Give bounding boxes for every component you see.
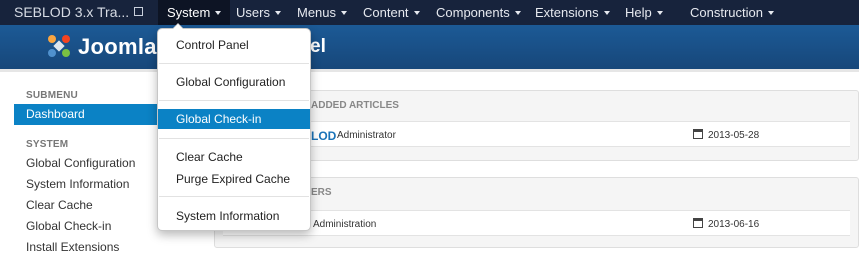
user-date: 2013-06-16 bbox=[693, 218, 759, 230]
menu-components-label: Components bbox=[436, 5, 510, 20]
page-title: el bbox=[310, 36, 326, 57]
caret-down-icon bbox=[603, 10, 610, 15]
dropdown-divider bbox=[159, 100, 309, 101]
header-divider bbox=[0, 69, 859, 72]
external-link-icon bbox=[134, 7, 144, 16]
article-date-text: 2013-05-28 bbox=[708, 130, 760, 141]
user-date-text: 2013-06-16 bbox=[708, 219, 760, 230]
article-title-link[interactable]: LOD bbox=[311, 129, 336, 143]
calendar-icon bbox=[693, 129, 703, 139]
article-author: Administrator bbox=[337, 130, 396, 141]
table-row: LOD Administrator 2013-05-28 bbox=[223, 121, 850, 147]
system-dropdown-menu: Control Panel Global Configuration Globa… bbox=[157, 23, 311, 231]
menu-system[interactable]: System bbox=[158, 0, 231, 25]
caret-down-icon bbox=[215, 10, 222, 15]
dropdown-item-control-panel[interactable]: Control Panel bbox=[158, 35, 310, 55]
menu-content[interactable]: Content bbox=[354, 0, 429, 25]
menu-system-label: System bbox=[167, 5, 211, 20]
menu-help-label: Help bbox=[625, 5, 652, 20]
menu-extensions-label: Extensions bbox=[535, 5, 599, 20]
menu-help[interactable]: Help bbox=[616, 0, 672, 25]
panel-heading: ERS bbox=[311, 187, 332, 198]
table-row: Administration 2013-06-16 bbox=[223, 210, 850, 236]
logo-text: Joomla! bbox=[78, 34, 165, 59]
menu-menus[interactable]: Menus bbox=[288, 0, 356, 25]
dropdown-divider bbox=[159, 63, 309, 64]
calendar-icon bbox=[693, 218, 703, 228]
caret-down-icon bbox=[656, 10, 663, 15]
joomla-logo-icon bbox=[48, 35, 70, 57]
dropdown-divider bbox=[159, 138, 309, 139]
menu-users-label: Users bbox=[236, 5, 270, 20]
dropdown-item-system-information[interactable]: System Information bbox=[158, 206, 310, 226]
caret-down-icon bbox=[413, 10, 420, 15]
dropdown-item-global-configuration[interactable]: Global Configuration bbox=[158, 72, 310, 92]
article-date: 2013-05-28 bbox=[693, 129, 759, 141]
menu-content-label: Content bbox=[363, 5, 409, 20]
dropdown-item-global-check-in[interactable]: Global Check-in bbox=[158, 109, 310, 129]
dropdown-item-purge-expired-cache[interactable]: Purge Expired Cache bbox=[158, 169, 310, 189]
menu-construction[interactable]: Construction bbox=[681, 0, 783, 25]
caret-down-icon bbox=[341, 10, 348, 15]
dropdown-item-clear-cache[interactable]: Clear Cache bbox=[158, 147, 310, 167]
site-name-link[interactable]: SEBLOD 3.x Tra... bbox=[14, 0, 144, 25]
caret-down-icon bbox=[514, 10, 521, 15]
page-header: Joomla! el bbox=[0, 25, 859, 69]
site-name: SEBLOD 3.x Tra... bbox=[14, 4, 130, 20]
caret-down-icon bbox=[767, 10, 774, 15]
caret-down-icon bbox=[274, 10, 281, 15]
menu-menus-label: Menus bbox=[297, 5, 337, 20]
user-location: Administration bbox=[313, 219, 377, 230]
sidebar-item-install-extensions[interactable]: Install Extensions bbox=[14, 237, 204, 258]
menu-users[interactable]: Users bbox=[227, 0, 290, 25]
top-navbar: SEBLOD 3.x Tra... System Users Menus Con… bbox=[0, 0, 859, 25]
panel-heading: ADDED ARTICLES bbox=[311, 100, 399, 111]
menu-extensions[interactable]: Extensions bbox=[526, 0, 619, 25]
dropdown-divider bbox=[159, 196, 309, 197]
menu-construction-label: Construction bbox=[690, 5, 763, 20]
menu-components[interactable]: Components bbox=[427, 0, 530, 25]
